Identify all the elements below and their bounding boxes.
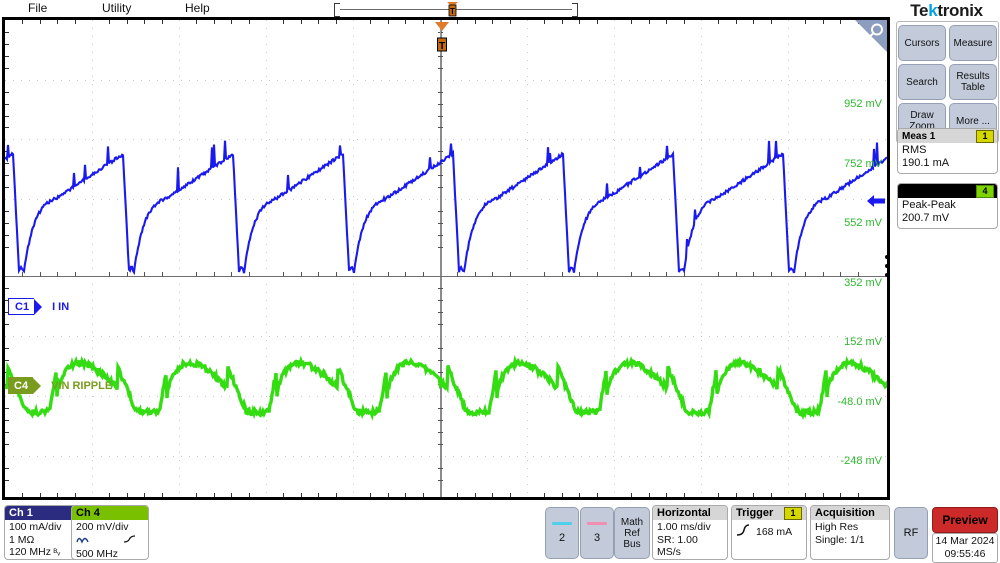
waveform-overview-bracket[interactable]: T <box>334 2 578 17</box>
vertical-label-2: 552 mV <box>844 217 882 229</box>
rising-edge-icon <box>736 524 750 540</box>
search-button[interactable]: Search <box>898 64 946 100</box>
ac-coupling-icon <box>123 534 136 549</box>
channel-marker-c4-label: VIN RIPPLE <box>51 379 113 392</box>
channel-4-scale: 200 mV/div <box>76 521 129 533</box>
preview-label: Preview <box>942 513 988 527</box>
trace-ch1-current <box>5 140 887 276</box>
display-resize-handle[interactable] <box>885 255 891 279</box>
overview-bracket-left[interactable] <box>334 3 340 17</box>
channel-2-label: 2 <box>558 532 566 544</box>
svg-text:T: T <box>450 7 455 16</box>
math-label: Math <box>620 516 644 528</box>
channel-marker-c1-id: C1 <box>8 298 35 315</box>
measurement-1-type: RMS <box>902 144 927 156</box>
horizontal-scale: 1.00 ms/div <box>657 521 711 533</box>
channel-1-offset-arrow[interactable] <box>867 194 885 208</box>
acquisition-title: Acquisition <box>815 507 875 519</box>
measurement-badge-1[interactable]: Meas 1 1 RMS 190.1 mA <box>897 128 998 174</box>
trigger-level: 168 mA <box>756 525 793 538</box>
measurement-1-source-badge: 1 <box>976 129 994 143</box>
measurement-2-source-badge: 4 <box>976 184 994 198</box>
channel-3-label: 3 <box>593 532 601 544</box>
channel-marker-c4-id: C4 <box>8 377 34 394</box>
time-text: 09:55:46 <box>944 547 986 560</box>
results-table-button[interactable]: Results Table <box>949 64 997 100</box>
horizontal-record-length: RL: 10 kpts <box>657 559 723 560</box>
overview-bracket-right[interactable] <box>572 3 578 17</box>
channel-marker-c1[interactable]: C1 I IN <box>8 298 69 315</box>
menu-item-utility[interactable]: Utility <box>102 1 131 15</box>
horizontal-title: Horizontal <box>657 507 711 519</box>
vertical-label-6: -248 mV <box>840 455 882 467</box>
channel-2-color-bar <box>552 522 572 525</box>
date-time-display: 14 Mar 2024 09:55:46 <box>932 533 998 563</box>
waveform-traces <box>5 140 887 421</box>
date-text: 14 Mar 2024 <box>935 535 995 547</box>
channel-1-name: Ch 1 <box>9 507 33 519</box>
trigger-source-badge: 1 <box>784 506 802 520</box>
channel-marker-c4-arrow <box>33 377 42 394</box>
channel-4-name: Ch 4 <box>76 507 100 519</box>
math-ref-bus-button[interactable]: Math Ref Bus <box>614 507 650 559</box>
side-button-group: Cursors Measure Search Results Table Dra… <box>896 21 999 143</box>
tektronix-logo: Tektronix <box>910 1 983 20</box>
magnifier-icon[interactable] <box>855 20 887 52</box>
cursors-button[interactable]: Cursors <box>898 25 946 61</box>
channel-3-color-bar <box>587 522 607 525</box>
ref-label: Ref <box>624 527 640 539</box>
vertical-label-0: 952 mV <box>844 98 882 110</box>
channel-marker-c4[interactable]: C4 VIN RIPPLE <box>8 377 112 394</box>
waveform-display[interactable]: T C1 I IN C4 VIN RIPPLE 952 mV 752 mV 55… <box>2 17 890 500</box>
channel-4-bandwidth: 500 MHz <box>76 548 119 560</box>
channel-marker-c1-label: I IN <box>52 300 70 313</box>
horizontal-badge[interactable]: Horizontal 1.00 ms/div SR: 1.00 MS/s RL:… <box>652 505 728 560</box>
trace-ch4-ripple <box>5 354 887 421</box>
channel-1-scale: 100 mA/div <box>9 521 62 533</box>
bottom-status-bar: Ch 1 100 mA/div 1 MΩ 120 MHz ᴮᵥ Ch 4 200… <box>0 502 1000 563</box>
bandwidth-limit-icon: ᴮᵥ <box>51 547 61 557</box>
vertical-label-4: 152 mV <box>844 336 882 348</box>
graticule: T C1 I IN C4 VIN RIPPLE 952 mV 752 mV 55… <box>5 20 887 497</box>
measurement-1-title: Meas 1 <box>902 130 936 142</box>
measurement-2-value: 200.7 mV <box>902 212 950 224</box>
vertical-label-5: -48.0 mV <box>837 396 882 408</box>
menu-item-file[interactable]: File <box>28 1 47 15</box>
vertical-label-3: 352 mV <box>844 277 882 289</box>
measurement-2-type: Peak-Peak <box>902 199 956 211</box>
channel-4-badge[interactable]: Ch 4 200 mV/div 500 MHz <box>71 505 149 560</box>
menu-bar: File Utility Help T <box>0 0 892 17</box>
dc-coupling-icon <box>76 534 89 549</box>
trigger-title: Trigger <box>736 507 774 519</box>
horizontal-sample-rate: SR: 1.00 MS/s <box>657 533 698 559</box>
channel-1-bandwidth: 120 MHz <box>9 546 52 558</box>
acquisition-count: Single: 1/1 <box>815 533 865 546</box>
channel-2-button[interactable]: 2 <box>545 507 579 559</box>
bus-label: Bus <box>623 538 641 550</box>
measurement-badge-2[interactable]: 4 Peak-Peak 200.7 mV <box>897 183 998 229</box>
channel-3-button[interactable]: 3 <box>580 507 614 559</box>
rf-button[interactable]: RF <box>894 507 928 559</box>
vertical-label-1: 752 mV <box>844 158 882 170</box>
trigger-badge[interactable]: Trigger 1 168 mA <box>731 505 807 560</box>
measure-button[interactable]: Measure <box>949 25 997 61</box>
channel-marker-c1-arrow <box>34 298 43 315</box>
right-control-panel: Tektronix Cursors Measure Search Results… <box>893 0 1000 500</box>
menu-item-help[interactable]: Help <box>185 1 210 15</box>
acquisition-mode: High Res <box>815 521 859 533</box>
preview-button[interactable]: Preview <box>932 507 998 533</box>
acquisition-badge[interactable]: Acquisition High Res Single: 1/1 <box>810 505 890 560</box>
measurement-1-value: 190.1 mA <box>902 157 950 169</box>
channel-1-impedance: 1 MΩ <box>9 533 35 546</box>
rf-label: RF <box>903 527 919 539</box>
overview-trigger-marker[interactable]: T <box>446 2 459 17</box>
oscilloscope-screen: File Utility Help T T C1 I IN C4 VIN RIP… <box>0 0 1000 563</box>
